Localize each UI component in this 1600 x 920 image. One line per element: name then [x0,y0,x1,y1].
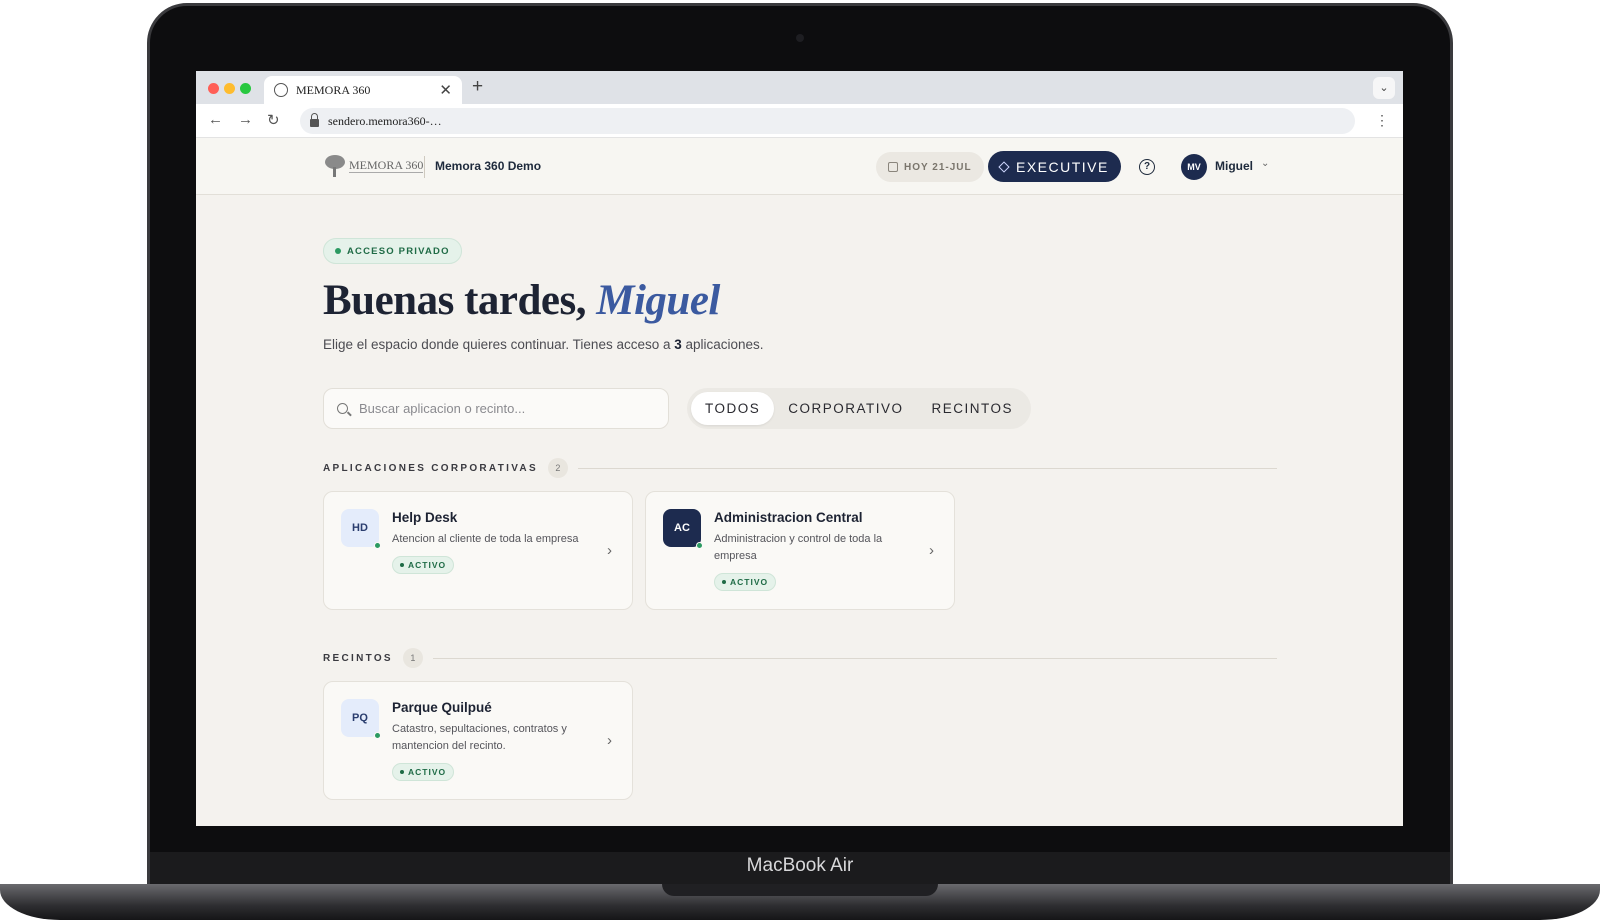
tab-close-icon[interactable]: ✕ [439,81,452,99]
online-dot-icon [374,542,381,549]
tree-logo-icon [323,154,347,178]
tab-search-chevron-icon[interactable]: ⌄ [1373,77,1395,99]
plan-label: EXECUTIVE [1016,158,1109,175]
search-input[interactable] [359,401,649,416]
browser-menu-icon[interactable]: ⋮ [1375,112,1389,129]
app-card-help-desk[interactable]: HD Help Desk Atencion al cliente de toda… [323,491,633,610]
camera [796,34,804,42]
maximize-window-button[interactable] [240,83,251,94]
globe-icon [274,83,288,97]
app-header: MEMORA 360 Memora 360 Demo HOY 21-JUL EX… [196,138,1403,195]
new-tab-button[interactable]: + [472,76,483,98]
forward-arrow-icon[interactable]: → [238,111,253,128]
app-initials: PQ [341,699,379,737]
section-title: RECINTOS [323,652,393,664]
section-header-recintos: RECINTOS 1 [323,648,1277,668]
main-content: ACCESO PRIVADO Buenas tardes, Miguel Eli… [196,195,1403,826]
diamond-icon [998,160,1010,173]
subtitle-text: Elige el espacio donde quieres continuar… [323,337,675,352]
status-badge: ACTIVO [392,556,455,574]
status-badge: ACTIVO [392,763,455,781]
plan-badge[interactable]: EXECUTIVE [988,151,1121,182]
date-pill: HOY 21-JUL [876,152,984,182]
search-box[interactable] [323,388,669,429]
header-divider [424,156,425,178]
app-initials: AC [663,509,701,547]
minimize-window-button[interactable] [224,83,235,94]
help-icon[interactable]: ? [1139,159,1155,175]
chevron-right-icon: › [607,542,612,559]
device-model-label: MacBook Air [746,855,854,876]
laptop-hinge-notch [662,884,938,896]
status-dot-icon [335,248,341,254]
status-badge: ACTIVO [714,573,777,591]
section-count: 1 [402,648,423,668]
logo-text: MEMORA 360 [349,158,424,173]
status-label: ACTIVO [408,767,447,777]
url-text: sendero.memora360-… [328,113,442,128]
close-window-button[interactable] [208,83,219,94]
back-arrow-icon[interactable]: ← [208,111,223,128]
browser-tab[interactable]: MEMORA 360 ✕ [264,76,462,104]
app-initials: HD [341,509,379,547]
tab-title: MEMORA 360 [296,82,371,97]
chevron-right-icon: › [607,732,612,749]
greeting-prefix: Buenas tardes, [323,277,597,324]
app-card-administracion-central[interactable]: AC Administracion Central Administracion… [645,491,955,610]
app-description: Catastro, sepultaciones, contratos y man… [392,723,567,752]
lock-icon [310,113,319,127]
address-bar-row: ← → ↻ sendero.memora360-… ⋮ [196,104,1403,138]
filter-todos[interactable]: TODOS [691,392,775,425]
access-badge: ACCESO PRIVADO [323,238,462,264]
section-header-corporativas: APLICACIONES CORPORATIVAS 2 [323,458,1277,478]
filter-recintos[interactable]: RECINTOS [918,392,1028,425]
calendar-icon [888,162,898,172]
subtitle-suffix: aplicaciones. [681,337,764,352]
section-divider [577,467,1277,469]
page-title: Buenas tardes, Miguel [323,276,720,325]
app-description: Administracion y control de toda la empr… [714,533,883,562]
page-subtitle: Elige el espacio donde quieres continuar… [323,337,764,352]
app-card-parque-quilpue[interactable]: PQ Parque Quilpué Catastro, sepultacione… [323,681,633,800]
app-name: Parque Quilpué [392,700,492,715]
online-dot-icon [696,542,703,549]
section-title: APLICACIONES CORPORATIVAS [323,462,538,474]
badge-dot-icon [400,770,404,774]
badge-dot-icon [400,563,404,567]
app-description: Atencion al cliente de toda la empresa [392,533,579,545]
online-dot-icon [374,732,381,739]
tab-bar: MEMORA 360 ✕ + ⌄ [196,71,1403,104]
memora-logo[interactable]: MEMORA 360 [323,154,424,178]
badge-dot-icon [722,580,726,584]
search-icon [337,403,348,414]
status-label: ACTIVO [730,577,769,587]
app-name: Help Desk [392,510,458,525]
filter-corporativo[interactable]: CORPORATIVO [774,392,917,425]
greeting-name: Miguel [596,277,720,324]
app-name: Administracion Central [714,510,863,525]
section-divider [432,657,1277,659]
user-menu-name[interactable]: Miguel [1215,159,1253,173]
reload-icon[interactable]: ↻ [267,111,280,129]
chevron-down-icon[interactable]: ⌄ [1261,158,1269,169]
filter-tabs: TODOS CORPORATIVO RECINTOS [687,388,1032,429]
avatar[interactable]: MV [1181,154,1207,180]
status-label: ACTIVO [408,560,447,570]
app-count: 3 [674,337,682,352]
chevron-right-icon: › [929,542,934,559]
section-count: 2 [547,458,568,478]
browser-window: MEMORA 360 ✕ + ⌄ ← → ↻ sendero.memora360… [196,71,1403,826]
organization-name: Memora 360 Demo [435,159,542,173]
url-input[interactable]: sendero.memora360-… [300,108,1355,134]
date-label: HOY 21-JUL [904,161,972,173]
access-badge-label: ACCESO PRIVADO [347,245,450,257]
